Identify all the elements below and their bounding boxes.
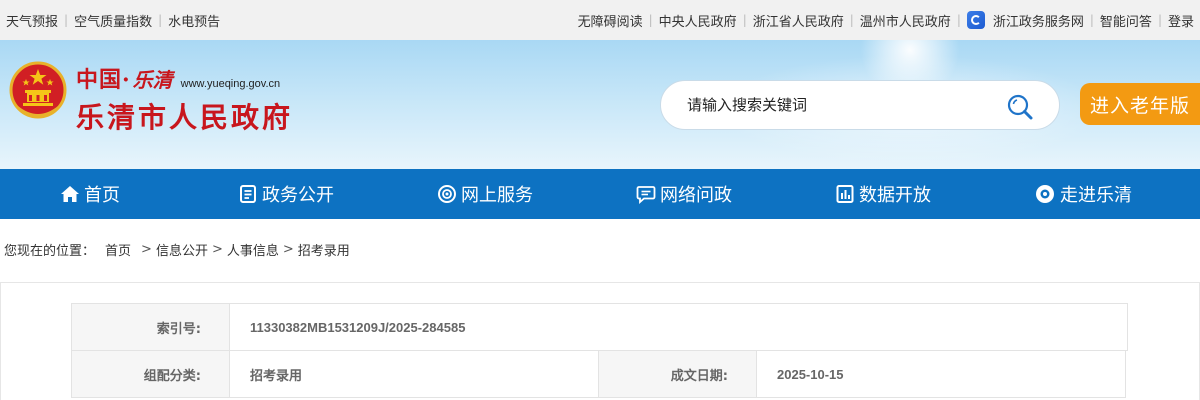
national-emblem-icon[interactable] [8,60,68,122]
breadcrumb-recruitment[interactable]: 招考录用 [298,240,350,259]
topbar-left-links: 天气预报 | 空气质量指数 | 水电预告 [6,0,220,40]
logo-city-calligraphy: 乐清 [132,68,173,92]
search-box[interactable]: 请输入搜索关键词 [660,80,1060,130]
accessibility-link[interactable]: 无障碍阅读 [578,11,643,30]
chat-icon [636,186,656,204]
nav-label: 网上服务 [461,185,533,206]
breadcrumb-separator: > [141,242,152,257]
breadcrumb-prefix: 您现在的位置： [4,244,96,259]
nav-item-home[interactable]: 首页 [60,169,120,219]
nav-item-open-data[interactable]: 数据开放 [835,169,931,219]
nav-label: 走进乐清 [1060,185,1132,206]
breadcrumb-separator: > [211,242,223,257]
nav-label: 政务公开 [262,185,334,206]
meta-row-index: 索引号: 11330382MB1531209J/2025-284585 [71,303,1128,351]
air-quality-link[interactable]: 空气质量指数 [74,11,152,30]
site-logo-top-line[interactable]: 中国· 乐清 www.yueqing.gov.cn [76,62,280,94]
document-icon [240,185,256,203]
divider: | [742,13,747,27]
nav-item-online-service[interactable]: 网上服务 [437,169,533,219]
category-label: 组配分类: [71,350,230,398]
logo-china-text: 中国· [76,67,131,93]
nav-item-gov-affairs[interactable]: 政务公开 [238,169,334,219]
divider: | [1089,13,1094,27]
date-label: 成文日期: [598,350,757,398]
breadcrumb-info-public[interactable]: 信息公开 [156,240,208,259]
index-label: 索引号: [71,303,230,351]
topbar-right-links: 无障碍阅读 | 中央人民政府 | 浙江省人民政府 | 温州市人民政府 | 浙江政… [578,0,1194,40]
central-gov-link[interactable]: 中央人民政府 [659,11,737,30]
divider: | [849,13,854,27]
zwfw-link[interactable]: 浙江政务服务网 [993,11,1084,30]
smart-qa-link[interactable]: 智能问答 [1100,11,1152,30]
service-icon [438,185,456,203]
login-link[interactable]: 登录 [1168,11,1194,30]
divider: | [956,13,961,27]
data-icon [836,185,854,203]
breadcrumb: 您现在的位置： 首页 > 信息公开 > 人事信息 > 招考录用 [4,240,350,259]
breadcrumb-personnel[interactable]: 人事信息 [227,240,279,259]
nav-item-about-yueqing[interactable]: 走进乐清 [1034,169,1132,219]
nav-label: 网络问政 [660,185,732,206]
home-icon [61,186,79,202]
category-value: 招考录用 [229,350,599,398]
nav-label: 首页 [84,185,120,206]
wenzhou-gov-link[interactable]: 温州市人民政府 [860,11,951,30]
date-value: 2025-10-15 [756,350,1126,398]
divider: | [64,13,69,27]
eye-icon [1036,185,1054,203]
utility-notice-link[interactable]: 水电预告 [168,11,220,30]
top-utility-bar: 天气预报 | 空气质量指数 | 水电预告 无障碍阅读 | 中央人民政府 | 浙江… [0,0,1200,40]
elder-mode-button[interactable]: 进入老年版 [1080,83,1200,125]
main-nav: 首页 政务公开 网上服务 网络问政 数据开放 走进乐清 [0,169,1200,219]
index-value: 11330382MB1531209J/2025-284585 [229,303,1128,351]
site-header: 中国· 乐清 www.yueqing.gov.cn 乐清市人民政府 请输入搜索关… [0,40,1200,169]
site-logo-title[interactable]: 乐清市人民政府 [76,96,293,136]
weather-link[interactable]: 天气预报 [6,11,58,30]
divider: | [1157,13,1162,27]
breadcrumb-separator: > [282,242,294,257]
nav-label: 数据开放 [859,185,931,206]
logo-domain-text: www.yueqing.gov.cn [180,78,281,90]
meta-row-category: 组配分类: 招考录用 成文日期: 2025-10-15 [71,350,1128,398]
nav-item-online-inquiry[interactable]: 网络问政 [636,169,732,219]
divider: | [648,13,653,27]
zhejiang-gov-link[interactable]: 浙江省人民政府 [753,11,844,30]
zwfw-logo-icon[interactable] [966,11,985,29]
divider: | [158,13,163,27]
search-icon[interactable] [1005,92,1035,122]
search-input[interactable]: 请输入搜索关键词 [687,81,807,129]
breadcrumb-home[interactable]: 首页 [105,240,131,259]
